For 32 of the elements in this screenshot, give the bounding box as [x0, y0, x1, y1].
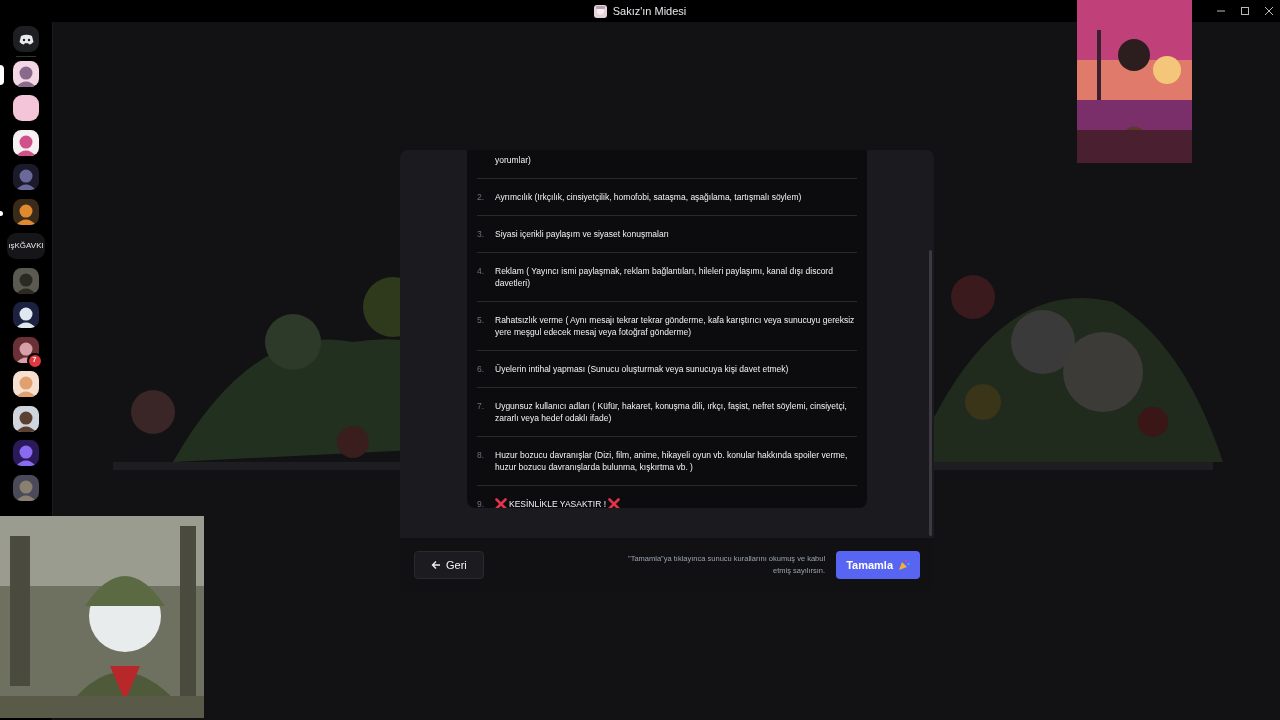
rule-number: 2.	[477, 191, 486, 203]
rule-text: yorumlar)	[495, 154, 531, 166]
back-arrow-icon	[431, 560, 441, 570]
finish-button[interactable]: Tamamla	[836, 551, 920, 579]
cross-icon	[608, 498, 620, 508]
rule-text: Üyelerin intihal yapması (Sunucu oluşturmak veya sunucuya kişi davet etmek)	[495, 363, 789, 375]
back-button[interactable]: Geri	[414, 551, 484, 579]
party-popper-icon	[898, 559, 910, 571]
rule-number: 8.	[477, 449, 486, 461]
window-title: Sakız'ın Midesi	[612, 3, 687, 19]
close-icon[interactable]	[1264, 6, 1274, 16]
server-button[interactable]	[13, 95, 39, 121]
rule-text: KESİNLİKLE YASAKTIR !	[509, 498, 606, 508]
rule-text: Ayrımcılık (Irkçılık, cinsiyetçilik, homofobi, sataşma, aşağılama, tartışmalı söylem)	[495, 191, 802, 203]
rule-number: 7.	[477, 400, 486, 412]
rule-number: 3.	[477, 228, 486, 240]
rule-text: Siyasi içerikli paylaşım ve siyaset konuşmaları	[495, 228, 669, 240]
rule-number: 6.	[477, 363, 486, 375]
cross-icon	[495, 498, 507, 508]
maximize-icon[interactable]	[1240, 6, 1250, 16]
rule-number: 4.	[477, 265, 486, 277]
rule-number: 9.	[477, 498, 486, 508]
rule-text: Uygunsuz kullanıcı adları ( Küfür, hakaret, konuşma dili, ırkçı, faşist, nefret söylemi, cinsiyetçi, zararlı veya hedef odaklı ifade)	[495, 400, 848, 424]
rule-text: Huzur bozucu davranışlar (Dizi, film, anime, hikayeli oyun vb. konular hakkında spoiler verme, huzur bozucu davranışlarda bulunma, kışkırtma vb. )	[495, 449, 849, 473]
server-button[interactable]: ışKĞAVKI	[7, 233, 45, 259]
scrollbar-thumb[interactable]	[929, 250, 932, 536]
server-avatar-icon	[593, 4, 607, 18]
rule-text: Rahatsızlık verme ( Aynı mesajı tekrar tekrar gönderme, kafa karıştırıcı veya sunucuyu gereksiz yere meşgul edecek mesaj veya fotoğraf gönderme)	[495, 314, 856, 338]
rule-text: Reklam ( Yayıncı ismi paylaşmak, reklam bağlantıları, hileleri paylaşımı, kanal dışı discord davetleri)	[495, 265, 834, 289]
controller-logo-icon	[18, 33, 34, 45]
discord-home-button[interactable]	[13, 26, 39, 52]
rule-number: 5.	[477, 314, 486, 326]
